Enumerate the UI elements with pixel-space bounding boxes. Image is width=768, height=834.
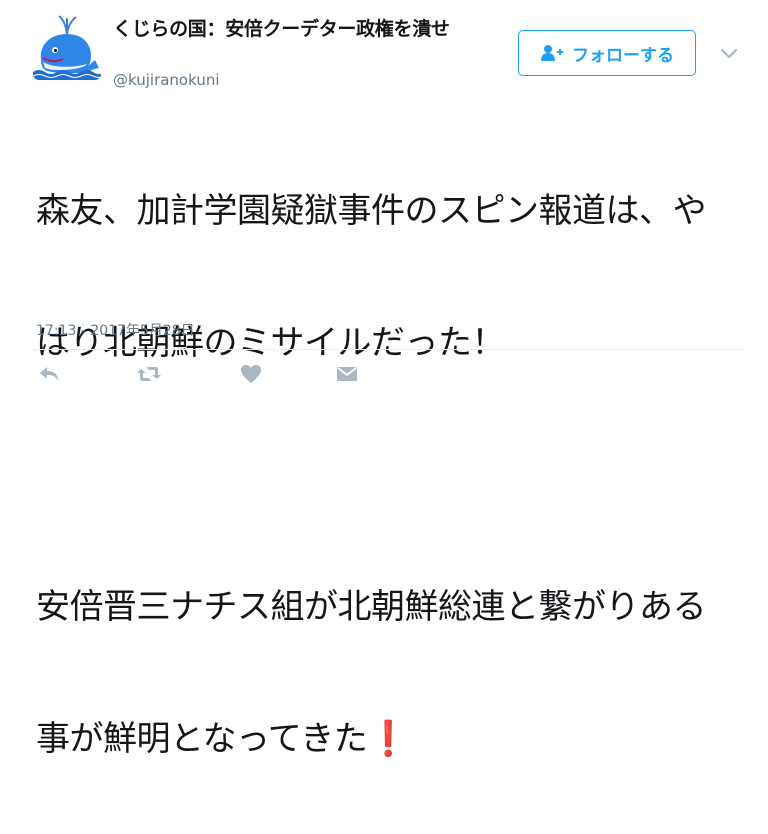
- whale-icon: [33, 12, 101, 80]
- timestamp[interactable]: 17:13 - 2017年5月28日: [36, 320, 195, 340]
- tweet-text-line-content: 事が鮮明となってきた: [36, 719, 368, 759]
- screen-name[interactable]: @kujiranokuni: [113, 71, 220, 89]
- retweet-icon: [137, 367, 161, 381]
- add-user-icon: [540, 43, 564, 63]
- tweet-card: くじらの国：安倍クーデター政権を潰せ @kujiranokuni フォローする …: [0, 0, 768, 759]
- tweet-text-line: 事が鮮明となってきた❗: [36, 717, 752, 761]
- exclamation-emoji-icon: ❗: [367, 719, 410, 759]
- like-button[interactable]: [238, 362, 264, 386]
- tweet-text-line: 安倍晋三ナチス組が北朝鮮総連と繋がりある: [36, 587, 707, 627]
- reply-icon: [40, 367, 58, 381]
- chevron-down-icon[interactable]: [719, 45, 739, 59]
- divider: [33, 349, 745, 350]
- retweet-button[interactable]: [136, 362, 162, 386]
- reply-button[interactable]: [36, 362, 62, 386]
- avatar[interactable]: [33, 12, 101, 80]
- follow-button-label: フォローする: [572, 45, 674, 66]
- envelope-icon: [337, 367, 357, 381]
- follow-button[interactable]: フォローする: [518, 30, 696, 76]
- display-name[interactable]: くじらの国：安倍クーデター政権を潰せ: [113, 14, 450, 41]
- heart-icon: [241, 365, 261, 383]
- direct-message-button[interactable]: [334, 362, 360, 386]
- tweet-text: 森友、加計学園疑獄事件のスピン報道は、や はり北朝鮮のミサイルだった！ 安倍晋三…: [36, 101, 752, 834]
- tweet-text-line: 森友、加計学園疑獄事件のスピン報道は、や: [36, 191, 707, 231]
